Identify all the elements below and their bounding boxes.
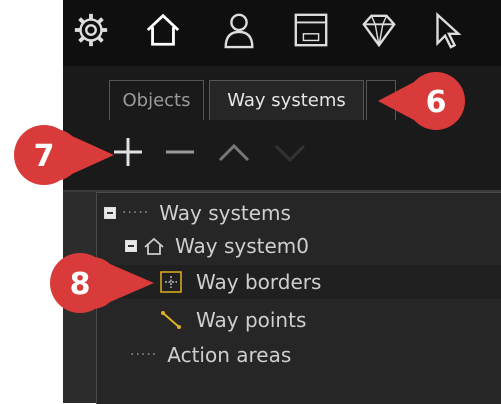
home-icon[interactable] <box>141 8 185 52</box>
callout-6: 6 <box>378 72 465 130</box>
tab-objects[interactable]: Objects <box>109 80 204 120</box>
collapse-icon[interactable] <box>104 207 116 219</box>
cursor-icon[interactable] <box>425 8 469 52</box>
callout-7: 7 <box>14 125 114 185</box>
way-points-icon <box>161 311 181 329</box>
move-down-icon[interactable] <box>270 132 310 172</box>
gem-icon[interactable] <box>357 8 401 52</box>
way-borders-icon <box>160 271 182 293</box>
tree-item-label: Way points <box>196 308 307 332</box>
tree-connector: ····· <box>122 205 150 221</box>
tree-item-label: Way systems <box>159 201 291 225</box>
callout-number: 8 <box>70 267 91 302</box>
remove-icon[interactable] <box>160 132 200 172</box>
tree-item-way-systems[interactable]: ····· Way systems <box>104 196 291 230</box>
user-icon[interactable] <box>217 8 261 52</box>
callout-number: 7 <box>34 139 55 174</box>
move-up-icon[interactable] <box>214 132 254 172</box>
collapse-icon[interactable] <box>125 240 137 252</box>
tree-item-way-borders[interactable]: Way borders <box>97 265 501 299</box>
tree-connector: ····· <box>130 347 158 363</box>
tree-item-way-points[interactable]: Way points <box>160 303 306 337</box>
tab-way-systems[interactable]: Way systems <box>209 80 364 120</box>
tree-item-label: Way system0 <box>175 234 309 258</box>
gear-icon[interactable] <box>69 8 113 52</box>
tree-item-label: Action areas <box>167 343 292 367</box>
callout-8: 8 <box>50 253 154 313</box>
main-toolbar <box>63 0 501 66</box>
callout-number: 6 <box>426 85 447 120</box>
tree-item-label: Way borders <box>196 270 322 294</box>
tree-item-action-areas[interactable]: ····· Action areas <box>130 338 291 372</box>
dialog-icon[interactable] <box>289 8 333 52</box>
